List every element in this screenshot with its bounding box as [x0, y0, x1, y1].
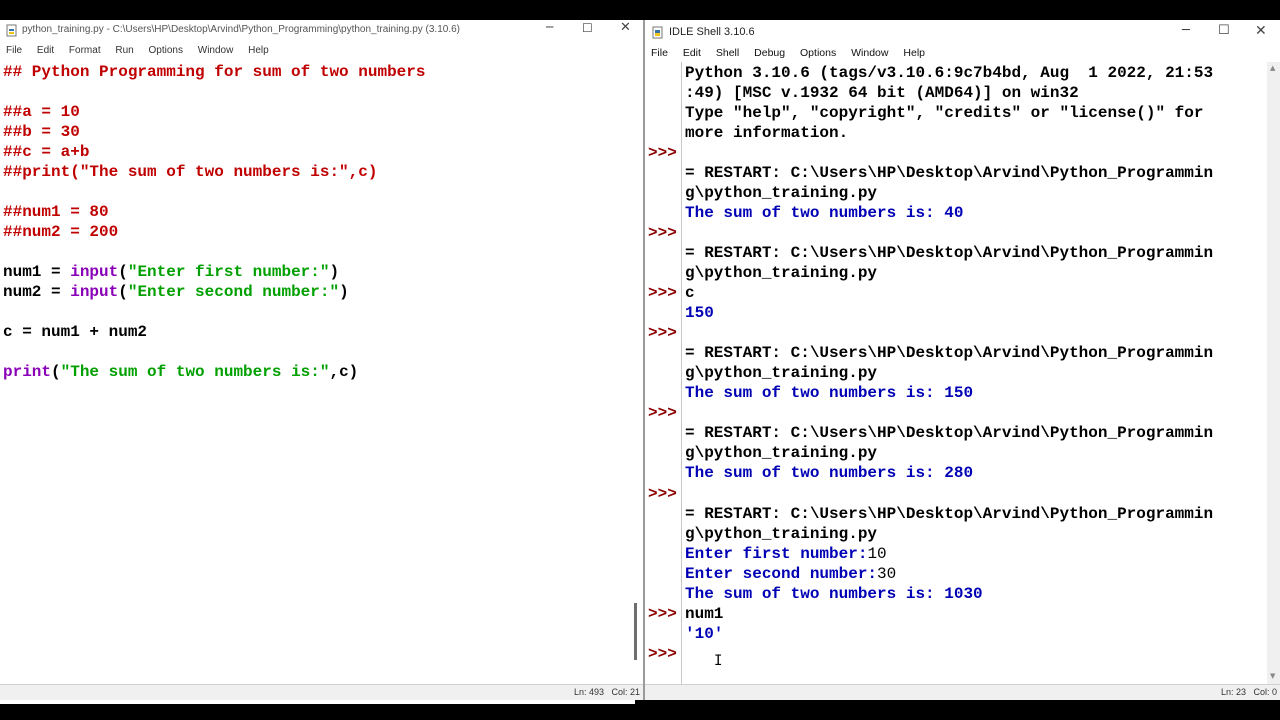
shell-title-bar[interactable]: IDLE Shell 3.10.6 ─ ☐ ✕ [645, 20, 1280, 45]
editor-cursor-position: Ln: 493 Col: 21 [574, 687, 641, 697]
shell-scrollbar[interactable]: ▲ ▼ [1267, 62, 1280, 684]
shell-line: more information. [685, 124, 849, 142]
shell-line: = RESTART: C:\Users\HP\Desktop\Arvind\Py… [685, 505, 1214, 523]
shell-prompt: >>> [648, 485, 677, 503]
code-line: print("The sum of two numbers is:",c) [3, 363, 359, 381]
close-icon[interactable]: ✕ [1255, 23, 1267, 39]
menu-window[interactable]: Window [198, 45, 234, 56]
shell-input-line: Enter second number:30 [685, 565, 897, 583]
shell-line: g\python_training.py [685, 264, 878, 282]
text-cursor-icon: I [714, 653, 723, 669]
menu-help[interactable]: Help [903, 47, 925, 59]
shell-output-line: The sum of two numbers is: 280 [685, 464, 974, 482]
code-line: ##num2 = 200 [3, 223, 119, 241]
code-line: num1 = input("Enter first number:") [3, 263, 340, 281]
shell-window: IDLE Shell 3.10.6 ─ ☐ ✕ File Edit Shell … [645, 20, 1280, 700]
shell-output-line: The sum of two numbers is: 1030 [685, 585, 983, 603]
menu-shell[interactable]: Shell [716, 47, 739, 59]
code-line: ##b = 30 [3, 123, 80, 141]
code-line: ##num1 = 80 [3, 203, 109, 221]
menu-file[interactable]: File [651, 47, 668, 59]
shell-prompt: >>> [648, 144, 677, 162]
minimize-icon[interactable]: ─ [546, 20, 553, 34]
shell-line: = RESTART: C:\Users\HP\Desktop\Arvind\Py… [685, 424, 1214, 442]
menu-debug[interactable]: Debug [754, 47, 785, 59]
menu-options[interactable]: Options [800, 47, 836, 59]
shell-output-line: '10' [685, 625, 724, 643]
shell-prompt: >>> [648, 645, 677, 663]
shell-prompt: >>> [648, 404, 677, 422]
shell-line: = RESTART: C:\Users\HP\Desktop\Arvind\Py… [685, 344, 1214, 362]
menu-edit[interactable]: Edit [683, 47, 701, 59]
shell-line: = RESTART: C:\Users\HP\Desktop\Arvind\Py… [685, 164, 1214, 182]
shell-cursor-position: Ln: 23 Col: 0 [1221, 687, 1278, 697]
shell-output-line: The sum of two numbers is: 40 [685, 204, 964, 222]
minimize-icon[interactable]: ─ [1182, 23, 1190, 38]
menu-format[interactable]: Format [69, 45, 101, 56]
shell-status-bar: Ln: 23 Col: 0 [645, 684, 1280, 700]
editor-text-area[interactable]: ## Python Programming for sum of two num… [0, 61, 635, 704]
shell-menu-bar: File Edit Shell Debug Options Window Hel… [645, 45, 1280, 62]
editor-window: python_training.py - C:\Users\HP\Desktop… [0, 20, 643, 704]
shell-line: g\python_training.py [685, 184, 878, 202]
shell-title: IDLE Shell 3.10.6 [669, 26, 755, 38]
menu-options[interactable]: Options [149, 45, 183, 56]
editor-status-bar: Ln: 493 Col: 21 [0, 684, 643, 700]
editor-title: python_training.py - C:\Users\HP\Desktop… [22, 24, 460, 35]
shell-line: :49) [MSC v.1932 64 bit (AMD64)] on win3… [685, 84, 1079, 102]
editor-menu-bar: File Edit Format Run Options Window Help [0, 42, 643, 61]
editor-scrollbar[interactable] [634, 603, 637, 660]
shell-input-line: num1 [685, 605, 724, 623]
shell-input-line: c [685, 284, 695, 302]
shell-input-line: Enter first number:10 [685, 545, 887, 563]
shell-text-area[interactable]: Python 3.10.6 (tags/v3.10.6:9c7b4bd, Aug… [684, 62, 1267, 684]
shell-prompt: >>> [648, 605, 677, 623]
shell-line: g\python_training.py [685, 444, 878, 462]
scroll-up-icon[interactable]: ▲ [1270, 64, 1275, 72]
menu-edit[interactable]: Edit [37, 45, 54, 56]
code-line: num2 = input("Enter second number:") [3, 283, 349, 301]
editor-title-bar[interactable]: python_training.py - C:\Users\HP\Desktop… [0, 20, 643, 42]
shell-line: = RESTART: C:\Users\HP\Desktop\Arvind\Py… [685, 244, 1214, 262]
code-line: ## Python Programming for sum of two num… [3, 63, 426, 81]
code-line: ##c = a+b [3, 143, 90, 161]
shell-output-line: 150 [685, 304, 714, 322]
shell-line: g\python_training.py [685, 364, 878, 382]
shell-prompt: >>> [648, 324, 677, 342]
menu-run[interactable]: Run [115, 45, 133, 56]
code-line: c = num1 + num2 [3, 323, 148, 341]
shell-prompt-gutter: >>> >>> >>> >>> >>> >>> >>> >>> [645, 62, 682, 684]
menu-window[interactable]: Window [851, 47, 888, 59]
maximize-icon[interactable]: ☐ [1218, 23, 1230, 38]
shell-prompt: >>> [648, 224, 677, 242]
shell-prompt: >>> [648, 284, 677, 302]
idle-icon [652, 26, 664, 42]
scroll-down-icon[interactable]: ▼ [1270, 672, 1275, 680]
menu-help[interactable]: Help [248, 45, 269, 56]
shell-line: g\python_training.py [685, 525, 878, 543]
close-icon[interactable]: ✕ [620, 20, 631, 35]
code-line: ##a = 10 [3, 103, 80, 121]
maximize-icon[interactable]: ☐ [582, 21, 593, 35]
code-line: ##print("The sum of two numbers is:",c) [3, 163, 378, 181]
shell-line: Python 3.10.6 (tags/v3.10.6:9c7b4bd, Aug… [685, 64, 1214, 82]
menu-file[interactable]: File [6, 45, 22, 56]
shell-output-line: The sum of two numbers is: 150 [685, 384, 974, 402]
python-file-icon [6, 24, 18, 40]
shell-line: Type "help", "copyright", "credits" or "… [685, 104, 1204, 122]
